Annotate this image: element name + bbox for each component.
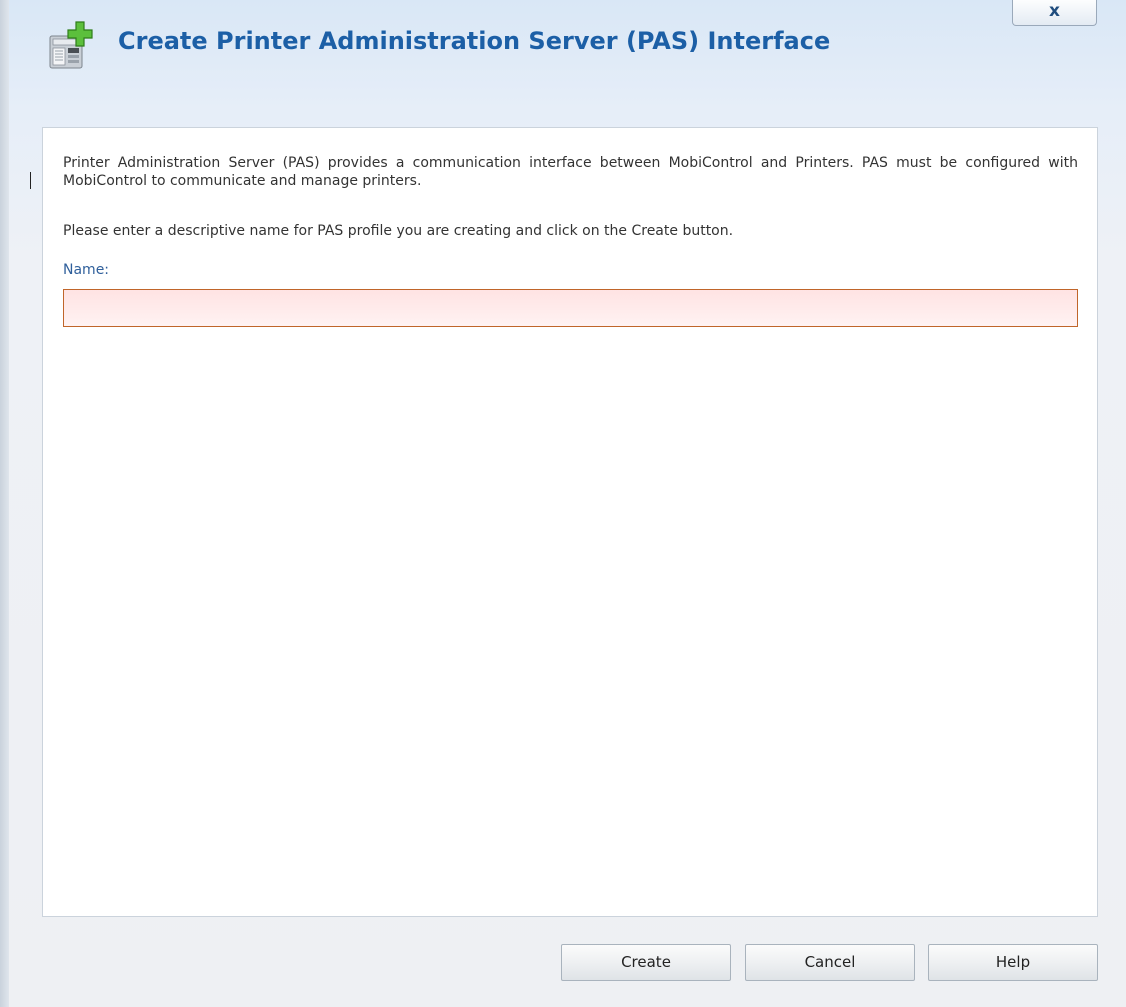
add-printer-icon (49, 21, 93, 69)
cancel-button[interactable]: Cancel (745, 944, 915, 981)
close-icon[interactable]: x (1049, 1, 1060, 21)
content-panel: Printer Administration Server (PAS) prov… (42, 127, 1098, 917)
dialog-title: Create Printer Administration Server (PA… (118, 27, 831, 55)
name-input[interactable] (63, 289, 1078, 327)
close-button[interactable]: x (1012, 0, 1097, 26)
name-label: Name: (63, 262, 110, 278)
create-button[interactable]: Create (561, 944, 731, 981)
instruction-text: Please enter a descriptive name for PAS … (63, 223, 734, 239)
help-button[interactable]: Help (928, 944, 1098, 981)
window-edge (0, 0, 9, 1007)
text-cursor (30, 172, 31, 189)
create-pas-dialog: Create Printer Administration Server (PA… (0, 0, 1126, 1007)
description-text: Printer Administration Server (PAS) prov… (63, 155, 1078, 189)
